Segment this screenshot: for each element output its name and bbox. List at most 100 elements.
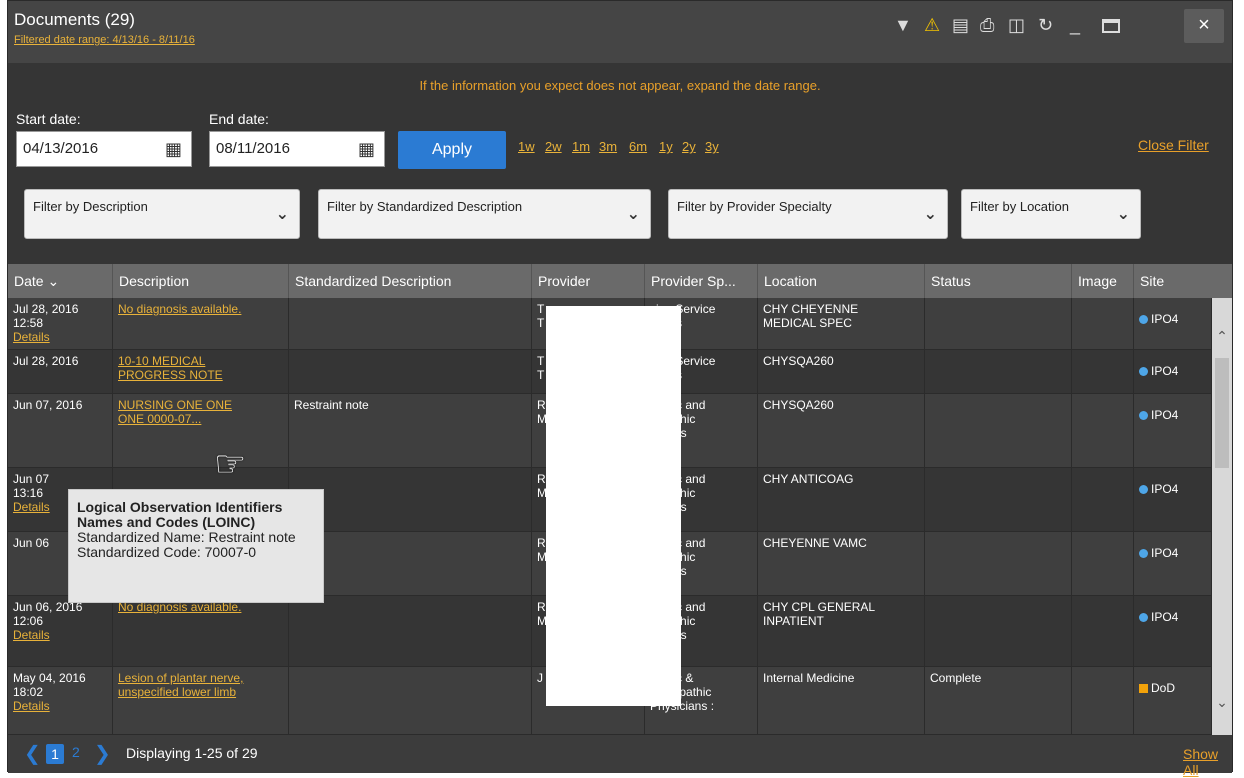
description-link[interactable]: 10-10 MEDICAL PROGRESS NOTE [118,354,283,382]
site-label: IPO4 [1151,312,1179,326]
cell-image [1072,596,1134,666]
print-icon[interactable]: ⎙ [980,15,994,35]
ipo4-site-icon [1139,411,1148,420]
table-header: Date ⌄ Description Standardized Descript… [8,264,1232,298]
quick-range-1w[interactable]: 1w [518,139,535,154]
refresh-icon[interactable]: ↻ [1038,15,1053,35]
calendar-icon[interactable]: ▦ [165,139,182,160]
row-date: Jul 28, 2016 [13,302,79,316]
redaction-block [546,306,681,706]
cell-date: Jul 28, 2016 12:58 Details [8,298,113,349]
cell-date: Jun 07, 2016 [8,394,113,467]
column-header-location[interactable]: Location [758,264,925,298]
cell-site: IPO4 [1134,394,1212,467]
description-link[interactable]: Lesion of plantar nerve, unspecified low… [118,671,283,699]
filter-description-dropdown[interactable]: Filter by Description ⌄ [24,189,300,239]
row-date: May 04, 2016 [13,671,86,685]
cell-loc: CHY ANTICOAG [758,468,925,531]
quick-range-3m[interactable]: 3m [599,139,617,154]
column-header-provider[interactable]: Provider [532,264,645,298]
row-date: Jul 28, 2016 [13,354,79,368]
cell-std-text: Restraint note [294,398,369,412]
cell-image [1072,532,1134,595]
displaying-count: Displaying 1-25 of 29 [126,745,258,761]
column-header-date[interactable]: Date ⌄ [8,264,113,298]
column-header-status[interactable]: Status [925,264,1072,298]
filter-icon[interactable]: ▼ [894,15,912,35]
cell-date: Jul 28, 2016 [8,350,113,393]
columns-icon[interactable]: ◫ [1008,15,1025,35]
clipboard-icon[interactable]: ▤ [952,15,969,35]
cell-std [289,350,532,393]
page-2-button[interactable]: 2 [72,744,80,760]
row-date: Jun 07 [13,472,50,486]
cell-loc-text: Internal Medicine [763,671,855,685]
show-all-link[interactable]: Show All [1183,746,1232,778]
cell-desc: NURSING ONE ONE ONE 0000-07... [113,394,289,467]
end-date-input[interactable]: 08/11/2016 ▦ [209,131,385,167]
column-header-site[interactable]: Site [1134,264,1212,298]
maximize-icon[interactable] [1102,19,1120,33]
scrollbar-thumb[interactable] [1215,358,1229,468]
cell-status [925,468,1072,531]
table-scrollbar[interactable]: ⌃ ⌄ [1212,298,1232,735]
cell-loc: CHYSQA260 [758,350,925,393]
chevron-right-icon[interactable]: ❯ [94,741,111,766]
cell-desc: No diagnosis available. [113,298,289,349]
column-header-description[interactable]: Description [113,264,289,298]
date-range-notice: If the information you expect does not a… [419,78,821,93]
apply-button[interactable]: Apply [398,131,506,169]
cell-loc-text: CHY CHEYENNE MEDICAL SPEC [763,302,859,330]
quick-range-1y[interactable]: 1y [659,139,673,154]
column-header-standardized-description[interactable]: Standardized Description [289,264,532,298]
cell-image [1072,468,1134,531]
cell-std: Restraint note [289,394,532,467]
cell-loc: CHY CPL GENERAL INPATIENT [758,596,925,666]
window-title: Documents (29) [14,10,135,29]
documents-window: Documents (29) Filtered date range: 4/13… [7,0,1233,778]
hand-cursor-icon: ☞ [214,443,247,484]
quick-range-2y[interactable]: 2y [682,139,696,154]
row-time: 12:58 [13,316,44,330]
column-header-provider-specialty[interactable]: Provider Sp... [645,264,758,298]
filter-provider-specialty-dropdown[interactable]: Filter by Provider Specialty ⌄ [668,189,948,239]
warning-icon[interactable]: ⚠ [924,15,940,35]
page-1-button[interactable]: 1 [46,744,64,764]
filter-standardized-description-dropdown[interactable]: Filter by Standardized Description ⌄ [318,189,651,239]
quick-range-6m[interactable]: 6m [629,139,647,154]
quick-range-3y[interactable]: 3y [705,139,719,154]
ipo4-site-icon [1139,613,1148,622]
column-header-image[interactable]: Image [1072,264,1134,298]
filtered-date-range[interactable]: Filtered date range: 4/13/16 - 8/11/16 [14,34,195,46]
cell-date: May 04, 2016 18:02 Details [8,667,113,734]
filter-location-dropdown[interactable]: Filter by Location ⌄ [961,189,1141,239]
details-link[interactable]: Details [13,628,107,642]
scroll-down-icon[interactable]: ⌄ [1212,694,1232,711]
start-date-input[interactable]: 04/13/2016 ▦ [16,131,192,167]
dropdown-label: Filter by Provider Specialty [677,199,832,214]
cell-loc-text: CHY CPL GENERAL INPATIENT [763,600,876,628]
minimize-icon[interactable]: _ [1070,15,1080,35]
description-link[interactable]: No diagnosis available. [118,302,283,316]
cell-loc: CHY CHEYENNE MEDICAL SPEC [758,298,925,349]
details-link[interactable]: Details [13,330,107,344]
description-link[interactable]: NURSING ONE ONE ONE 0000-07... [118,398,283,426]
close-icon[interactable]: × [1184,9,1224,43]
tooltip-standardized-code: Standardized Code: 70007-0 [77,544,257,560]
start-date-label: Start date: [16,111,81,127]
calendar-icon[interactable]: ▦ [358,139,375,160]
details-link[interactable]: Details [13,699,107,713]
cell-status-text: Complete [930,671,982,685]
chevron-left-icon[interactable]: ❮ [24,741,41,766]
tooltip-standardized-name: Standardized Name: Restraint note [77,529,296,545]
scroll-up-icon[interactable]: ⌃ [1212,328,1232,345]
cell-std [289,468,532,531]
close-filter-link[interactable]: Close Filter [1138,137,1209,153]
cell-image [1072,350,1134,393]
cell-std [289,532,532,595]
cell-std [289,298,532,349]
quick-range-2w[interactable]: 2w [545,139,562,154]
cell-loc-text: CHY ANTICOAG [763,472,854,486]
cell-loc: Internal Medicine [758,667,925,734]
quick-range-1m[interactable]: 1m [572,139,590,154]
